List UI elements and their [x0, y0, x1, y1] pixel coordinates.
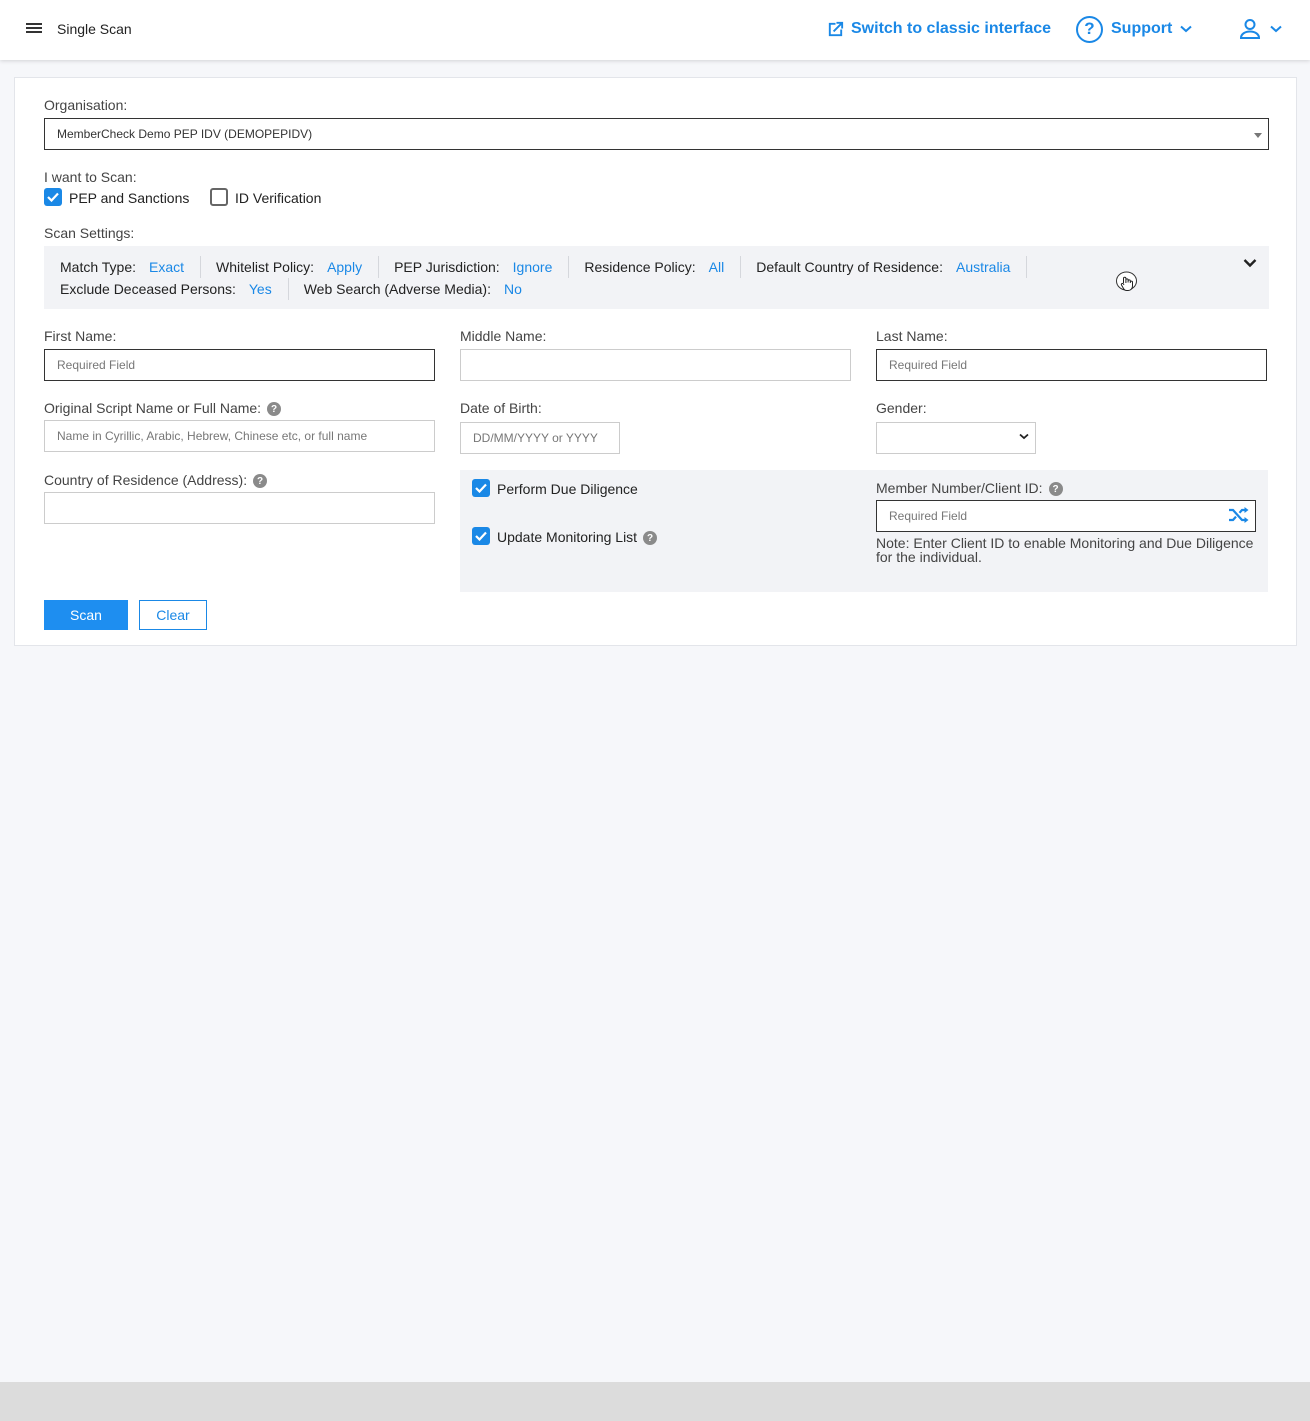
setting-key: Default Country of Residence:: [756, 259, 943, 275]
scan-button[interactable]: Scan: [44, 600, 128, 630]
top-bar: Single Scan Switch to classic interface …: [0, 0, 1310, 60]
settings-row-2: Exclude Deceased Persons: Yes Web Search …: [60, 278, 553, 300]
client-id-label-wrap: Member Number/Client ID:?: [876, 480, 1063, 497]
setting-default-country: Default Country of Residence: Australia: [756, 256, 1028, 278]
original-script-input[interactable]: [44, 420, 435, 452]
organisation-select[interactable]: MemberCheck Demo PEP IDV (DEMOPEPIDV): [44, 118, 1269, 150]
setting-value[interactable]: Yes: [249, 281, 272, 297]
check-icon: [475, 531, 487, 541]
setting-key: Web Search (Adverse Media):: [303, 281, 491, 297]
setting-value[interactable]: All: [709, 259, 725, 275]
cursor-icon: [1116, 271, 1137, 291]
settings-row-1: Match Type: Exact Whitelist Policy: Apply …: [60, 256, 1042, 278]
pep-sanctions-checkbox[interactable]: [44, 188, 62, 206]
last-name-input[interactable]: [876, 349, 1267, 381]
setting-value[interactable]: No: [504, 281, 522, 297]
setting-whitelist-policy: Whitelist Policy: Apply: [216, 256, 380, 278]
original-script-label: Original Script Name or Full Name:: [44, 400, 262, 416]
country-label: Country of Residence (Address):: [44, 472, 248, 488]
setting-pep-jurisdiction: PEP Jurisdiction: Ignore: [394, 256, 570, 278]
middle-name-input[interactable]: [460, 349, 851, 381]
question-icon[interactable]: ?: [267, 402, 282, 417]
scan-settings-panel: Match Type: Exact Whitelist Policy: Apply …: [44, 246, 1269, 309]
check-icon: [475, 483, 487, 493]
chevron-down-icon: [1019, 433, 1029, 440]
expand-chevron-icon[interactable]: [1243, 258, 1257, 268]
id-verification-label: ID Verification: [235, 190, 322, 206]
chevron-down-icon: [1180, 25, 1192, 33]
check-icon: [47, 192, 59, 202]
client-id-input[interactable]: [876, 500, 1256, 532]
setting-value[interactable]: Apply: [327, 259, 362, 275]
dropdown-arrow-icon: [1254, 133, 1262, 138]
switch-classic-label: Switch to classic interface: [851, 20, 1052, 37]
organisation-value: MemberCheck Demo PEP IDV (DEMOPEPIDV): [57, 127, 313, 141]
dob-input[interactable]: [460, 422, 620, 454]
pep-sanctions-label: PEP and Sanctions: [69, 190, 190, 206]
scan-form-card: Organisation: MemberCheck Demo PEP IDV (…: [14, 77, 1297, 646]
monitoring-panel: Perform Due Diligence Update Monitoring …: [460, 470, 1268, 592]
chevron-down-icon: [1270, 25, 1282, 33]
client-id-label: Member Number/Client ID:: [876, 480, 1043, 496]
menu-icon[interactable]: [25, 21, 43, 37]
setting-key: Residence Policy:: [584, 259, 696, 275]
client-id-note: Note: Enter Client ID to enable Monitori…: [876, 535, 1254, 565]
setting-web-search: Web Search (Adverse Media): No: [304, 278, 538, 300]
support-label: Support: [1111, 20, 1173, 37]
monitoring-list-label: Update Monitoring List: [497, 529, 638, 545]
shuffle-icon[interactable]: [1228, 506, 1250, 524]
scan-settings-label: Scan Settings:: [44, 225, 135, 241]
question-icon[interactable]: ?: [1048, 482, 1063, 497]
question-icon[interactable]: ?: [253, 474, 268, 489]
help-circle-icon: ?: [1076, 15, 1103, 43]
setting-value[interactable]: Ignore: [513, 259, 553, 275]
scan-type-label: I want to Scan:: [44, 169, 137, 185]
organisation-label: Organisation:: [44, 97, 128, 113]
setting-residence-policy: Residence Policy: All: [584, 256, 742, 278]
bottom-strip: [0, 1382, 1310, 1421]
country-input[interactable]: [44, 492, 435, 524]
external-link-icon: [828, 21, 844, 36]
user-icon: [1239, 19, 1261, 39]
first-name-label: First Name:: [44, 328, 117, 344]
id-verification-checkbox[interactable]: [210, 188, 228, 206]
last-name-label: Last Name:: [876, 328, 948, 344]
setting-key: Whitelist Policy:: [216, 259, 315, 275]
original-script-label-wrap: Original Script Name or Full Name:?: [44, 400, 282, 417]
support-menu[interactable]: ? Support: [1076, 15, 1192, 43]
setting-key: Match Type:: [60, 259, 137, 275]
middle-name-label: Middle Name:: [460, 328, 547, 344]
monitoring-list-checkbox[interactable]: [472, 527, 490, 545]
setting-match-type: Match Type: Exact: [60, 256, 202, 278]
setting-value[interactable]: Exact: [149, 259, 184, 275]
switch-classic-link[interactable]: Switch to classic interface: [826, 18, 1051, 40]
monitoring-list-label-wrap: Update Monitoring List?: [497, 529, 658, 546]
gender-select[interactable]: [876, 422, 1036, 454]
page-title: Single Scan: [57, 21, 132, 37]
setting-value[interactable]: Australia: [956, 259, 1010, 275]
gender-label: Gender:: [876, 400, 927, 416]
setting-exclude-deceased: Exclude Deceased Persons: Yes: [60, 278, 289, 300]
question-icon[interactable]: ?: [643, 531, 658, 546]
country-label-wrap: Country of Residence (Address):?: [44, 472, 268, 489]
dob-label: Date of Birth:: [460, 400, 542, 416]
setting-key: Exclude Deceased Persons:: [60, 281, 236, 297]
setting-key: PEP Jurisdiction:: [394, 259, 500, 275]
due-diligence-checkbox[interactable]: [472, 479, 490, 497]
due-diligence-label: Perform Due Diligence: [497, 481, 638, 497]
clear-button[interactable]: Clear: [139, 600, 207, 630]
first-name-input[interactable]: [44, 349, 435, 381]
user-menu[interactable]: [1238, 17, 1282, 41]
